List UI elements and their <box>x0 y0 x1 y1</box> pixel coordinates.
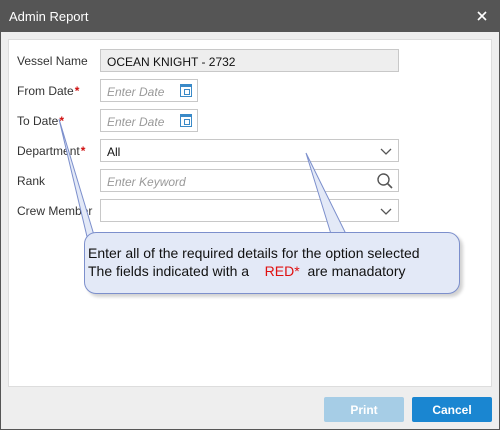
callout-line-2-suffix: are manadatory <box>307 263 406 279</box>
cancel-button[interactable]: Cancel <box>412 397 492 422</box>
callout-line-1: Enter all of the required details for th… <box>88 245 420 261</box>
help-callout: Enter all of the required details for th… <box>84 232 460 294</box>
callout-pointer <box>58 118 347 246</box>
callout-line-2-prefix: The fields indicated with a <box>88 263 250 279</box>
callout-line-2: The fields indicated with a RED* are man… <box>88 263 406 279</box>
admin-report-dialog: Admin Report Vessel Name OCEAN KNIGHT - … <box>0 0 500 430</box>
callout-red-marker: RED* <box>264 263 300 279</box>
print-button[interactable]: Print <box>324 397 404 422</box>
